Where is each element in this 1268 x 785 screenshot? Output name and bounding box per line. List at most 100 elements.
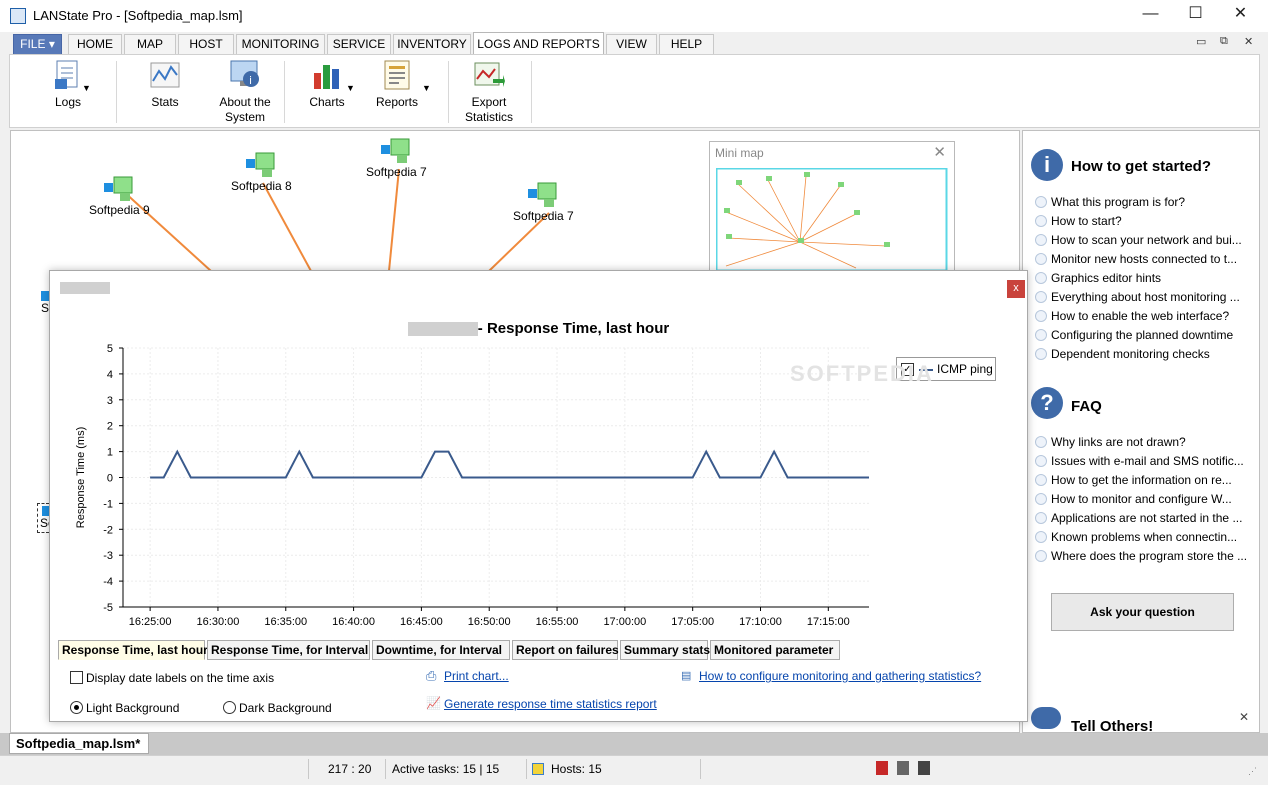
tab-home[interactable]: HOME [68, 34, 122, 54]
mdi-minimize-button[interactable]: ▭ [1196, 35, 1206, 48]
question-icon [1035, 272, 1047, 284]
date-labels-checkbox[interactable] [70, 671, 83, 684]
close-button[interactable]: ✕ [1218, 0, 1263, 30]
tab-inventory[interactable]: INVENTORY [393, 34, 471, 54]
dark-background-radio[interactable] [223, 701, 236, 714]
help-link[interactable]: How to enable the web interface? [1035, 309, 1259, 323]
host-node[interactable]: Softpedia 8 [231, 151, 292, 193]
host-node[interactable]: Softpedia 7 [366, 137, 427, 179]
x-tick-label: 16:40:00 [332, 616, 375, 628]
mini-map-preview [716, 168, 948, 272]
help-link[interactable]: How to start? [1035, 214, 1259, 228]
tab-response-time-interval[interactable]: Response Time, for Interval [207, 640, 370, 660]
help-link[interactable]: Dependent monitoring checks [1035, 347, 1259, 361]
charts-label: Charts [309, 95, 345, 109]
host-node[interactable]: Softpedia 7 [513, 181, 574, 223]
help-link[interactable]: Everything about host monitoring ... [1035, 290, 1259, 304]
tab-report-on-failures[interactable]: Report on failures [512, 640, 619, 660]
help-link-label: Everything about host monitoring ... [1051, 290, 1240, 304]
question-icon [1035, 348, 1047, 360]
chevron-down-icon: ▾ [48, 37, 55, 51]
faq-link[interactable]: How to monitor and configure W... [1035, 492, 1259, 506]
printer-icon: ⎙ [426, 668, 437, 683]
question-icon [1035, 455, 1047, 467]
legend-label: ICMP ping [937, 362, 993, 376]
tab-monitored-parameter[interactable]: Monitored parameter [710, 640, 840, 660]
series-line [150, 449, 869, 479]
help-link[interactable]: Graphics editor hints [1035, 271, 1259, 285]
generate-report-link[interactable]: Generate response time statistics report [444, 697, 657, 711]
windows-pc-icon [379, 137, 413, 165]
file-menu[interactable]: FILE ▾ [13, 34, 62, 54]
export-statistics-button[interactable]: Export Statistics [458, 59, 520, 125]
tab-downtime-interval[interactable]: Downtime, for Interval [372, 640, 510, 660]
host-node[interactable]: Softpedia 9 [89, 175, 150, 217]
tab-help[interactable]: HELP [659, 34, 714, 54]
dropdown-arrow-icon[interactable]: ▼ [82, 81, 91, 96]
ribbon-separator [531, 61, 532, 123]
dropdown-arrow-icon[interactable]: ▼ [346, 81, 355, 96]
y-axis-label: Response Time (ms) [75, 427, 87, 528]
mini-map-title: Mini map [715, 146, 764, 160]
document-tab[interactable]: Softpedia_map.lsm* [9, 733, 149, 754]
print-chart-link[interactable]: Print chart... [444, 669, 509, 683]
faq-link[interactable]: Issues with e-mail and SMS notific... [1035, 454, 1259, 468]
tab-view[interactable]: VIEW [606, 34, 657, 54]
date-labels-label: Display date labels on the time axis [86, 671, 275, 685]
minimize-button[interactable]: — [1128, 0, 1173, 30]
how-to-configure-link[interactable]: How to configure monitoring and gatherin… [699, 669, 981, 683]
help-link[interactable]: Monitor new hosts connected to t... [1035, 252, 1259, 266]
dark-background-option[interactable]: Dark Background [223, 701, 332, 715]
dialog-close-button[interactable]: x [1007, 280, 1025, 298]
light-background-option[interactable]: Light Background [70, 701, 179, 715]
faq-link-label: Known problems when connectin... [1051, 530, 1238, 544]
chart-title-text: - Response Time, last hour [477, 320, 670, 337]
charts-button[interactable]: Charts ▼ [300, 59, 355, 110]
maximize-button[interactable]: ☐ [1173, 0, 1218, 30]
faq-question-icon: ? [1031, 387, 1063, 419]
faq-link[interactable]: Known problems when connectin... [1035, 530, 1259, 544]
tab-logs-and-reports[interactable]: LOGS AND REPORTS [473, 32, 604, 54]
dark-background-label: Dark Background [239, 701, 332, 715]
help-link[interactable]: How to scan your network and bui... [1035, 233, 1259, 247]
network-icon[interactable] [897, 761, 909, 775]
help-link[interactable]: What this program is for? [1035, 195, 1259, 209]
faq-link[interactable]: How to get the information on re... [1035, 473, 1259, 487]
faq-link[interactable]: Why links are not drawn? [1035, 435, 1259, 449]
watermark: SOFTPEDIA [790, 361, 934, 386]
response-time-chart: 5 4 3 2 1 0 -1 -2 -3 -4 -5 16:25:00 16:30:00 16:35:00… [75, 343, 869, 628]
tab-host[interactable]: HOST [178, 34, 234, 54]
tab-summary-stats[interactable]: Summary stats [620, 640, 710, 660]
tab-response-time-last-hour[interactable]: Response Time, last hour [58, 640, 208, 660]
mini-map-panel[interactable]: Mini map ✕ [709, 141, 955, 272]
light-background-radio[interactable] [70, 701, 83, 714]
log-icon[interactable] [918, 761, 930, 775]
stats-button[interactable]: Stats [138, 59, 192, 110]
tab-map[interactable]: MAP [124, 34, 176, 54]
windows-pc-icon [244, 151, 278, 179]
reports-button[interactable]: Reports ▼ [370, 59, 431, 110]
faq-link[interactable]: Applications are not started in the ... [1035, 511, 1259, 525]
about-system-button[interactable]: i About the System [210, 59, 280, 125]
mini-map-close-button[interactable]: ✕ [933, 143, 946, 161]
mdi-restore-button[interactable]: ⧉ [1220, 35, 1228, 48]
x-tick-label: 16:30:00 [197, 616, 240, 628]
ask-question-button[interactable]: Ask your question [1051, 593, 1234, 631]
alert-icon[interactable] [876, 761, 888, 775]
resize-grip-icon[interactable]: ⋰ [1248, 766, 1257, 777]
tab-monitoring[interactable]: MONITORING [236, 34, 325, 54]
faq-link[interactable]: Where does the program store the ... [1035, 549, 1259, 563]
export-statistics-label: Export Statistics [464, 95, 513, 124]
logs-button[interactable]: Logs ▼ [40, 59, 96, 110]
date-labels-option[interactable]: Display date labels on the time axis [70, 671, 274, 685]
mdi-close-button[interactable]: ✕ [1244, 35, 1253, 48]
dropdown-arrow-icon[interactable]: ▼ [422, 81, 431, 96]
tell-others-heading: Tell Others! [1071, 718, 1154, 733]
windows-pc-icon [102, 175, 136, 203]
help-link[interactable]: Configuring the planned downtime [1035, 328, 1259, 342]
help-document-icon: ▤ [681, 670, 692, 682]
tab-service[interactable]: SERVICE [327, 34, 391, 54]
help-side-panel: i How to get started? What this program … [1022, 130, 1260, 733]
tell-others-close-button[interactable]: ✕ [1239, 710, 1249, 724]
help-link-label: How to scan your network and bui... [1051, 233, 1242, 247]
